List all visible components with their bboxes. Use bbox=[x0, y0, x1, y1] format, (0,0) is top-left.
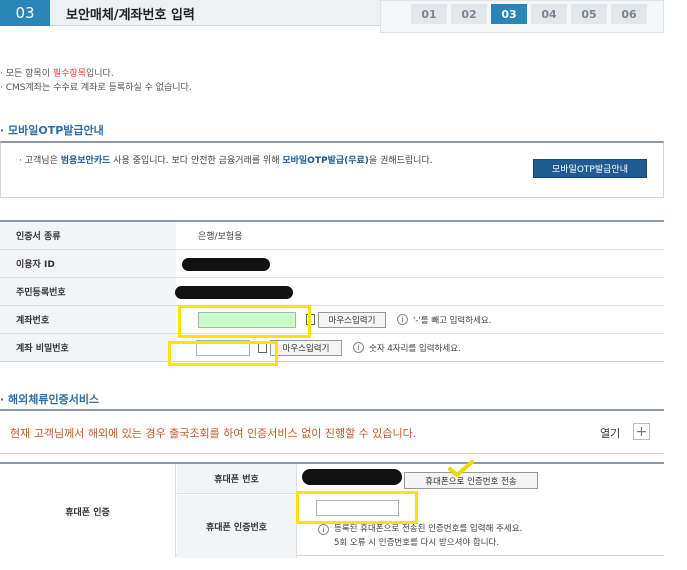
highlight-password-input bbox=[168, 341, 278, 366]
account-mouse-input-button[interactable]: 마우스입력기 bbox=[318, 312, 386, 328]
overseas-section-title: · 해외체류인증서비스 bbox=[0, 393, 100, 406]
mobile-otp-guide-button[interactable]: 모바일OTP발급안내 bbox=[533, 159, 647, 178]
auth-code-hint-2: 5회 오류 시 인증번호를 다시 받으셔야 합니다. bbox=[334, 538, 500, 548]
overseas-notice-text: 현재 고객님께서 해외에 있는 경우 출국조회를 하여 인증서비스 없이 진행할… bbox=[10, 427, 417, 440]
step-pill-02: 02 bbox=[451, 4, 487, 24]
current-step-number: 03 bbox=[0, 0, 50, 26]
password-label: 계좌 비밀번호 bbox=[0, 334, 176, 361]
auth-form-table: 인증서 종류 은행/보험용 이용자 ID 주민등록번호 계좌번호 마우스입력기 … bbox=[0, 220, 664, 362]
account-no-label: 계좌번호 bbox=[0, 306, 176, 333]
step-pill-01: 01 bbox=[411, 4, 447, 24]
info-icon: i bbox=[353, 342, 364, 353]
auth-code-label: 휴대폰 인증번호 bbox=[177, 495, 297, 558]
section-bullet-icon: · bbox=[0, 124, 5, 137]
row-password: 계좌 비밀번호 마우스입력기 i 숫자 4자리를 입력하세요. bbox=[0, 334, 664, 362]
checkmark-icon bbox=[448, 460, 474, 477]
info-icon: i bbox=[397, 314, 408, 325]
page-title: 보안매체/계좌번호 입력 bbox=[66, 8, 195, 23]
notice-cms: · CMS계좌는 수수료 계좌로 등록하실 수 없습니다. bbox=[0, 83, 192, 93]
highlight-account-input bbox=[178, 305, 311, 338]
row-cert-type: 인증서 종류 은행/보험용 bbox=[0, 222, 664, 250]
row-resident-no: 주민등록번호 bbox=[0, 278, 664, 306]
highlight-auth-code-input bbox=[296, 491, 418, 524]
step-pill-04: 04 bbox=[531, 4, 567, 24]
resident-no-label: 주민등록번호 bbox=[0, 278, 176, 305]
password-hint: 숫자 4자리를 입력하세요. bbox=[369, 344, 461, 354]
cert-type-label: 인증서 종류 bbox=[0, 222, 176, 249]
otp-info-text: · 고객님은 범용보안카드 사용 중입니다. 보다 안전한 금융거래를 위해 모… bbox=[19, 156, 433, 166]
cert-type-value: 은행/보험용 bbox=[198, 232, 243, 242]
step-title-bar: 보안매체/계좌번호 입력 bbox=[50, 0, 380, 26]
otp-info-box: · 고객님은 범용보안카드 사용 중입니다. 보다 안전한 금융거래를 위해 모… bbox=[0, 141, 664, 198]
redacted-phone-number bbox=[302, 469, 402, 485]
otp-section-title: · 모바일OTP발급안내 bbox=[0, 124, 104, 137]
account-hint: '-'를 빼고 입력하세요. bbox=[413, 316, 492, 326]
step-pill-06: 06 bbox=[611, 4, 647, 24]
row-account-no: 계좌번호 마우스입력기 i '-'를 빼고 입력하세요. bbox=[0, 306, 664, 334]
overseas-notice-box: 현재 고객님께서 해외에 있는 경우 출국조회를 하여 인증서비스 없이 진행할… bbox=[0, 409, 664, 454]
expand-plus-icon[interactable]: + bbox=[633, 423, 650, 440]
auth-code-hint-1: 등록된 휴대폰으로 전송된 인증번호를 입력해 주세요. bbox=[334, 524, 523, 534]
required-emphasis: 필수항목 bbox=[52, 69, 86, 79]
step-indicator: 01 02 03 04 05 06 bbox=[380, 0, 664, 33]
notice-required: · 모든 항목이 필수항목입니다. bbox=[0, 69, 114, 79]
redacted-user-id bbox=[182, 258, 270, 271]
redacted-resident-no bbox=[175, 286, 293, 299]
user-id-label: 이용자 ID bbox=[0, 250, 176, 277]
phone-number-label: 휴대폰 번호 bbox=[177, 464, 297, 494]
step-pill-05: 05 bbox=[571, 4, 607, 24]
step-header: 03 보안매체/계좌번호 입력 01 02 03 04 05 06 bbox=[0, 0, 687, 33]
info-icon: i bbox=[318, 524, 329, 535]
open-toggle-label[interactable]: 열기 bbox=[600, 425, 620, 441]
step-pill-03-active: 03 bbox=[491, 4, 527, 24]
phone-auth-label: 휴대폰 인증 bbox=[0, 464, 176, 558]
row-user-id: 이용자 ID bbox=[0, 250, 664, 278]
password-mouse-input-button[interactable]: 마우스입력기 bbox=[270, 340, 342, 356]
section-bullet-icon: · bbox=[0, 393, 5, 406]
